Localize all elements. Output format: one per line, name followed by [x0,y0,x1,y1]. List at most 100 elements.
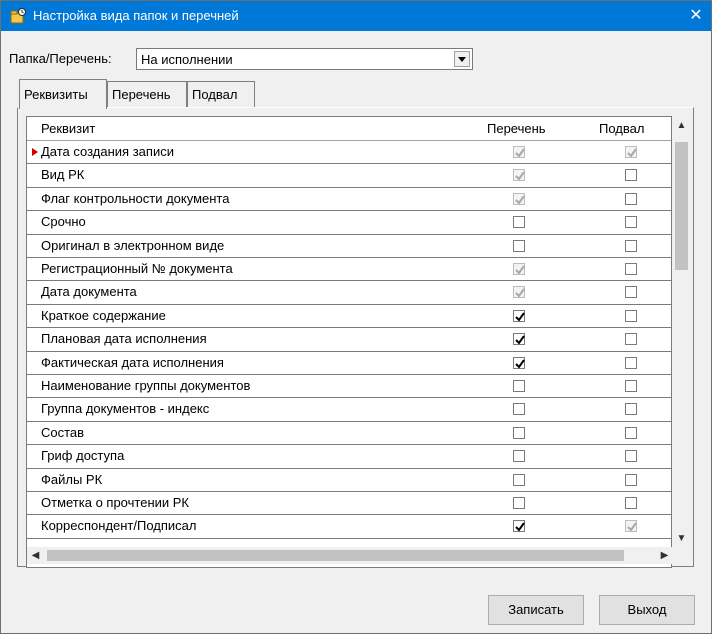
table-row[interactable]: Регистрационный № документа [27,258,671,282]
footer-checkbox[interactable] [625,356,637,369]
footer-checkbox[interactable] [625,192,637,205]
table-row[interactable]: Плановая дата исполнения [27,328,671,352]
requisite-name: Гриф доступа [41,448,125,464]
scroll-down-icon[interactable]: ▼ [673,530,690,547]
requisite-name: Корреспондент/Подписал [41,518,197,534]
scrollbar-corner [673,547,690,564]
column-header-footer[interactable]: Подвал [599,121,644,136]
checkmark-icon [515,195,525,205]
current-row-marker-icon [32,148,38,156]
footer-checkbox[interactable] [625,263,637,275]
table-row[interactable]: Дата создания записи [27,141,671,165]
table-row[interactable]: Оригинал в электронном виде [27,235,671,258]
vertical-scrollbar[interactable]: ▲ ▼ [673,117,690,547]
list-checkbox[interactable] [513,380,525,392]
grid-header: Реквизит Перечень Подвал [27,117,671,141]
table-row[interactable]: Дата документа [27,281,671,305]
list-checkbox[interactable] [513,356,525,369]
list-checkbox [513,169,525,182]
checkmark-icon [515,288,525,298]
requisite-name: Дата документа [41,284,137,300]
footer-checkbox[interactable] [625,239,637,252]
list-checkbox[interactable] [513,473,525,486]
title-bar[interactable]: Настройка вида папок и перечней ✕ [1,1,711,31]
vertical-scroll-thumb[interactable] [675,142,688,270]
tab-footer[interactable]: Подвал [187,81,255,107]
footer-checkbox[interactable] [625,286,637,299]
list-checkbox[interactable] [513,520,525,533]
footer-checkbox[interactable] [625,169,637,182]
footer-checkbox[interactable] [625,216,637,229]
requisite-name: Плановая дата исполнения [41,331,207,347]
folder-combobox[interactable]: На исполнении [136,48,473,70]
list-checkbox[interactable] [513,309,525,322]
footer-checkbox[interactable] [625,309,637,322]
list-checkbox[interactable] [513,426,525,439]
table-row[interactable]: Фактическая дата исполнения [27,352,671,375]
requisite-name: Вид РК [41,167,85,183]
checkmark-icon [515,312,525,322]
settings-window: Настройка вида папок и перечней ✕ Папка/… [0,0,712,634]
scroll-up-icon[interactable]: ▲ [673,117,690,134]
scroll-right-icon[interactable]: ▶ [656,547,673,564]
checkmark-icon [515,171,525,181]
list-checkbox [513,192,525,205]
list-checkbox[interactable] [513,403,525,416]
tab-list[interactable]: Перечень [107,81,187,107]
save-button[interactable]: Записать [488,595,584,625]
footer-checkbox [625,146,637,158]
chevron-down-icon [458,57,466,62]
dropdown-button[interactable] [454,51,470,67]
folder-label: Папка/Перечень: [9,51,112,66]
requisite-name: Файлы РК [41,471,103,487]
table-row[interactable]: Корреспондент/Подписал [27,515,671,539]
list-checkbox [513,263,525,275]
list-checkbox [513,286,525,299]
footer-checkbox[interactable] [625,473,637,486]
table-row[interactable]: Краткое содержание [27,305,671,329]
requisite-name: Дата создания записи [41,144,174,159]
footer-checkbox [625,520,637,533]
tab-requisites[interactable]: Реквизиты [19,79,107,109]
table-row[interactable]: Состав [27,422,671,446]
checkmark-icon [515,522,525,532]
requisite-name: Группа документов - индекс [41,401,210,417]
list-checkbox [513,146,525,158]
footer-checkbox[interactable] [625,450,637,463]
footer-checkbox[interactable] [625,380,637,392]
footer-checkbox[interactable] [625,497,637,509]
requisite-name: Флаг контрольности документа [41,190,230,206]
column-header-list[interactable]: Перечень [487,121,546,136]
table-row[interactable]: Флаг контрольности документа [27,188,671,212]
list-checkbox[interactable] [513,239,525,252]
table-row[interactable]: Файлы РК [27,469,671,492]
list-checkbox[interactable] [513,216,525,229]
close-icon[interactable]: ✕ [681,1,711,31]
horizontal-scrollbar[interactable]: ◀ ▶ [27,547,673,564]
footer-checkbox[interactable] [625,426,637,439]
footer-checkbox[interactable] [625,403,637,416]
exit-button[interactable]: Выход [599,595,695,625]
table-row[interactable]: Гриф доступа [27,445,671,469]
list-checkbox[interactable] [513,497,525,509]
list-checkbox[interactable] [513,333,525,346]
checkmark-icon [515,265,525,275]
requisite-name: Состав [41,424,85,440]
checkmark-icon [515,359,525,369]
scroll-left-icon[interactable]: ◀ [27,547,44,564]
checkmark-icon [627,148,637,158]
column-header-requisite[interactable]: Реквизит [41,121,95,136]
table-row[interactable]: Срочно [27,211,671,235]
table-row[interactable]: Вид РК [27,164,671,188]
table-row[interactable]: Отметка о прочтении РК [27,492,671,516]
list-checkbox[interactable] [513,450,525,463]
requisites-grid[interactable]: Реквизит Перечень Подвал Дата создания з… [26,116,672,568]
footer-checkbox[interactable] [625,333,637,346]
app-icon [10,8,26,24]
checkmark-icon [515,148,525,158]
horizontal-scroll-thumb[interactable] [47,550,624,561]
requisite-name: Срочно [41,214,86,230]
table-row[interactable]: Наименование группы документов [27,375,671,399]
table-row[interactable]: Группа документов - индекс [27,398,671,422]
requisite-name: Краткое содержание [41,307,166,323]
